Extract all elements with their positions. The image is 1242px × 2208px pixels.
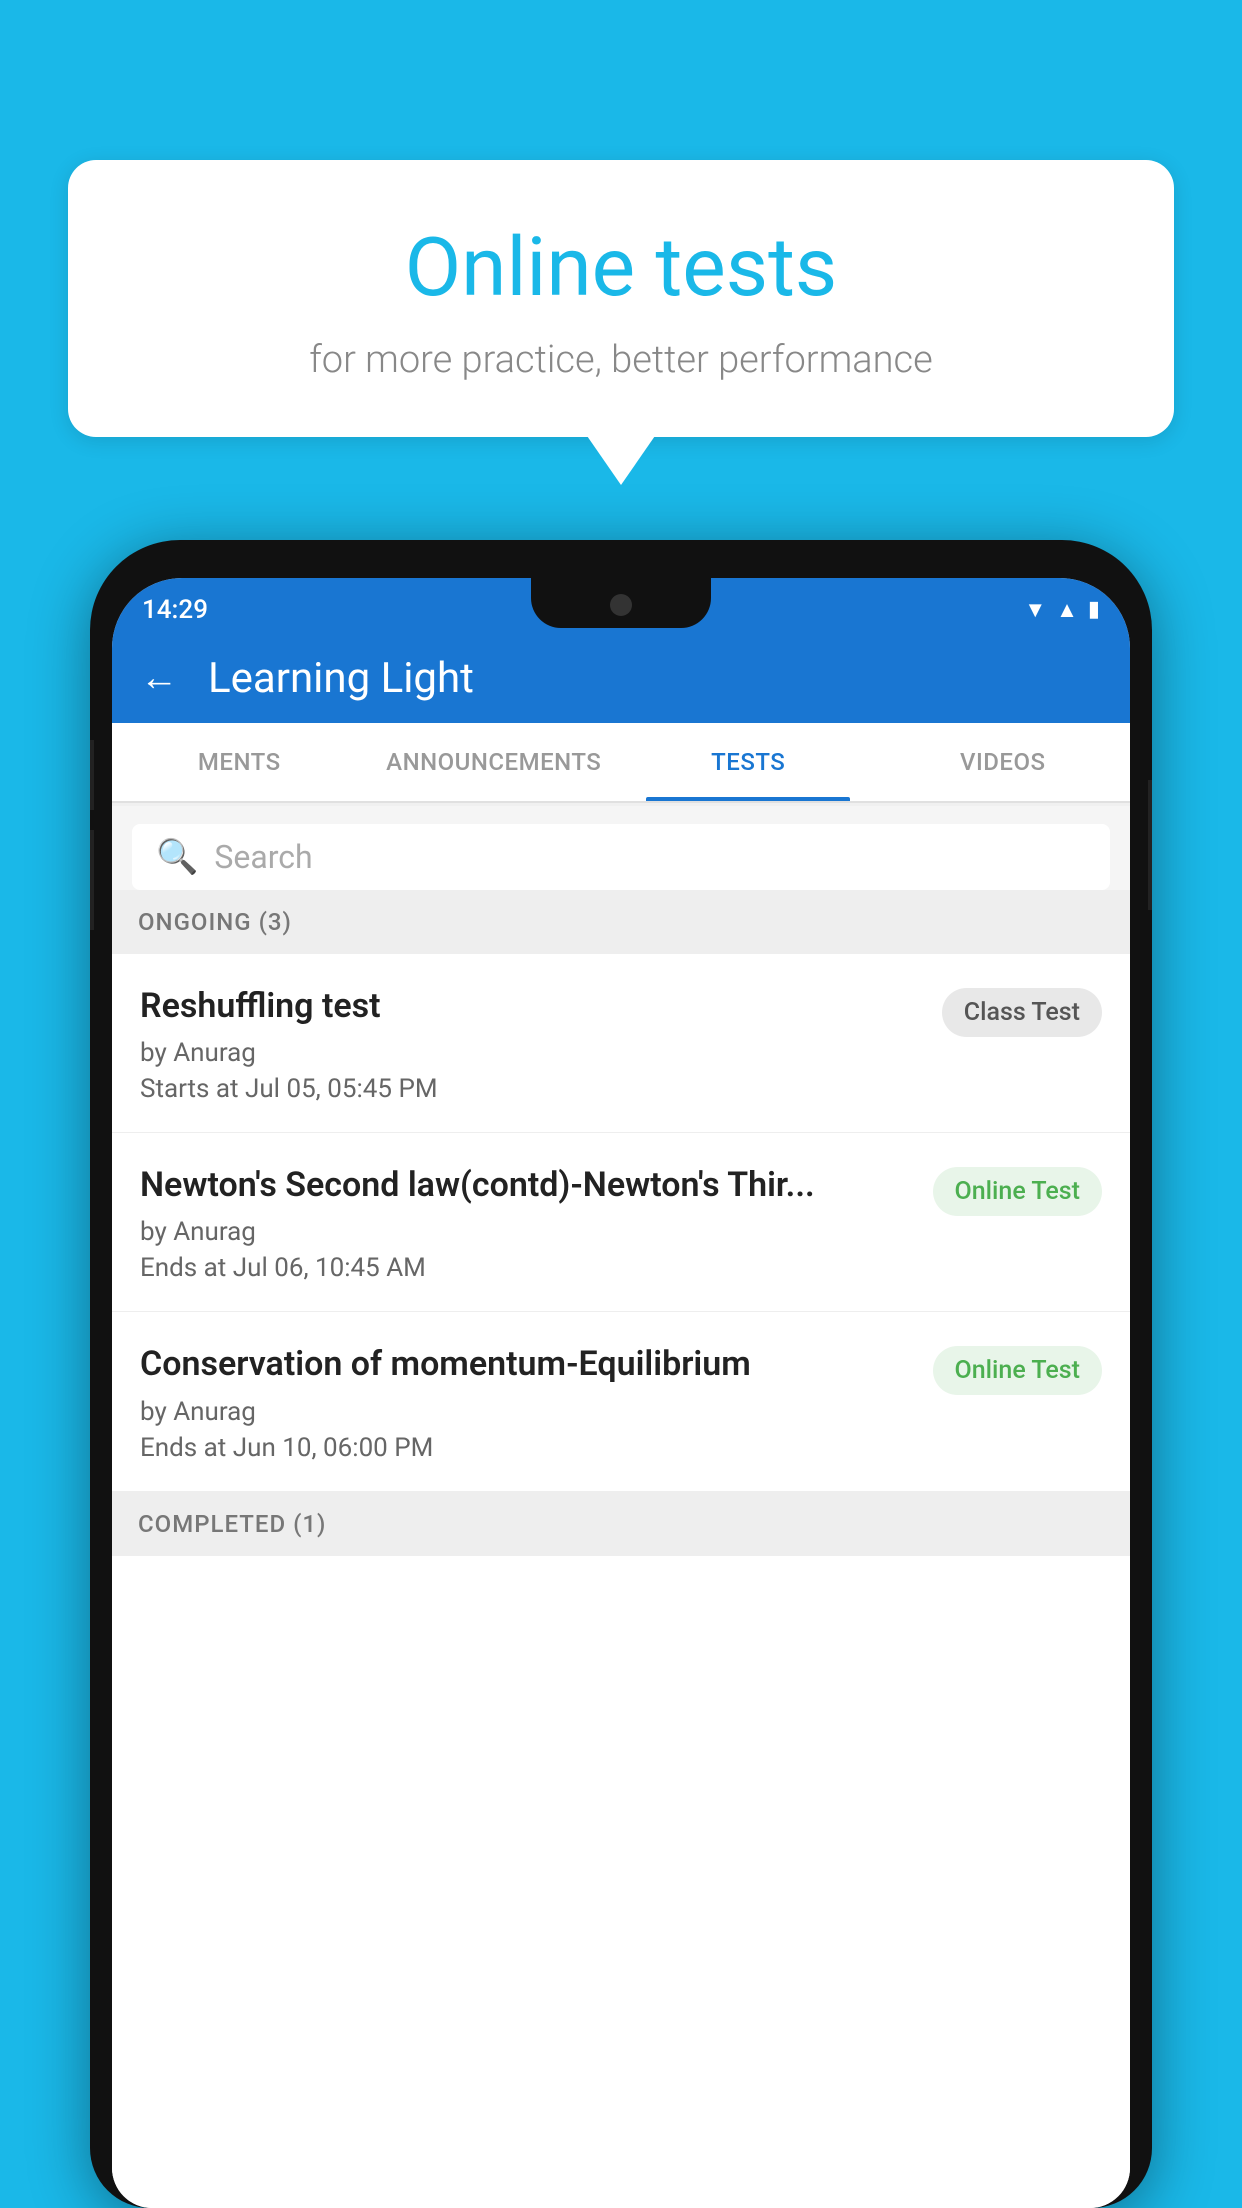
test-badge-conservation: Online Test [933, 1346, 1102, 1395]
test-date-reshuffling: Starts at Jul 05, 05:45 PM [140, 1074, 922, 1104]
test-date-newton: Ends at Jul 06, 10:45 AM [140, 1253, 913, 1283]
test-item-conservation[interactable]: Conservation of momentum-Equilibrium by … [112, 1312, 1130, 1491]
phone-notch [531, 578, 711, 628]
signal-icon: ▲ [1056, 597, 1078, 623]
tab-videos[interactable]: VIDEOS [876, 723, 1131, 801]
test-name-conservation: Conservation of momentum-Equilibrium [140, 1342, 913, 1386]
speech-bubble: Online tests for more practice, better p… [68, 160, 1174, 437]
test-date-conservation: Ends at Jun 10, 06:00 PM [140, 1433, 913, 1463]
test-info-reshuffling: Reshuffling test by Anurag Starts at Jul… [140, 984, 942, 1104]
test-author-newton: by Anurag [140, 1217, 913, 1247]
tabs-bar: MENTS ANNOUNCEMENTS TESTS VIDEOS [112, 723, 1130, 803]
status-time: 14:29 [142, 587, 208, 625]
camera-icon [610, 594, 632, 616]
tab-tests[interactable]: TESTS [621, 723, 876, 801]
search-bar[interactable]: 🔍 Search [132, 824, 1110, 890]
phone-screen: 14:29 ▼ ▲ ▮ ← Learning Light MENTS ANNOU… [112, 578, 1130, 2208]
bubble-title: Online tests [118, 220, 1124, 316]
test-author-conservation: by Anurag [140, 1397, 913, 1427]
app-header: ← Learning Light [112, 633, 1130, 723]
search-icon: 🔍 [156, 837, 198, 877]
test-name-reshuffling: Reshuffling test [140, 984, 922, 1028]
tab-ments[interactable]: MENTS [112, 723, 367, 801]
test-badge-newton: Online Test [933, 1167, 1102, 1216]
volume-up-button [90, 740, 94, 810]
test-item-reshuffling[interactable]: Reshuffling test by Anurag Starts at Jul… [112, 954, 1130, 1133]
test-name-newton: Newton's Second law(contd)-Newton's Thir… [140, 1163, 913, 1207]
wifi-icon: ▼ [1024, 597, 1046, 623]
test-badge-reshuffling: Class Test [942, 988, 1102, 1037]
test-info-conservation: Conservation of momentum-Equilibrium by … [140, 1342, 933, 1462]
phone-frame: 14:29 ▼ ▲ ▮ ← Learning Light MENTS ANNOU… [90, 540, 1152, 2208]
status-icons: ▼ ▲ ▮ [1024, 589, 1100, 623]
back-button[interactable]: ← [140, 656, 178, 700]
content-area: ONGOING (3) Reshuffling test by Anurag S… [112, 890, 1130, 2208]
app-title: Learning Light [208, 654, 474, 703]
battery-icon: ▮ [1088, 597, 1100, 622]
test-author-reshuffling: by Anurag [140, 1038, 922, 1068]
test-item-newton[interactable]: Newton's Second law(contd)-Newton's Thir… [112, 1133, 1130, 1312]
power-button [1148, 780, 1152, 910]
tab-announcements[interactable]: ANNOUNCEMENTS [367, 723, 622, 801]
search-placeholder: Search [214, 838, 312, 876]
test-info-newton: Newton's Second law(contd)-Newton's Thir… [140, 1163, 933, 1283]
ongoing-section-header: ONGOING (3) [112, 890, 1130, 954]
completed-section-header: COMPLETED (1) [112, 1492, 1130, 1556]
bubble-subtitle: for more practice, better performance [118, 338, 1124, 382]
volume-down-button [90, 830, 94, 930]
